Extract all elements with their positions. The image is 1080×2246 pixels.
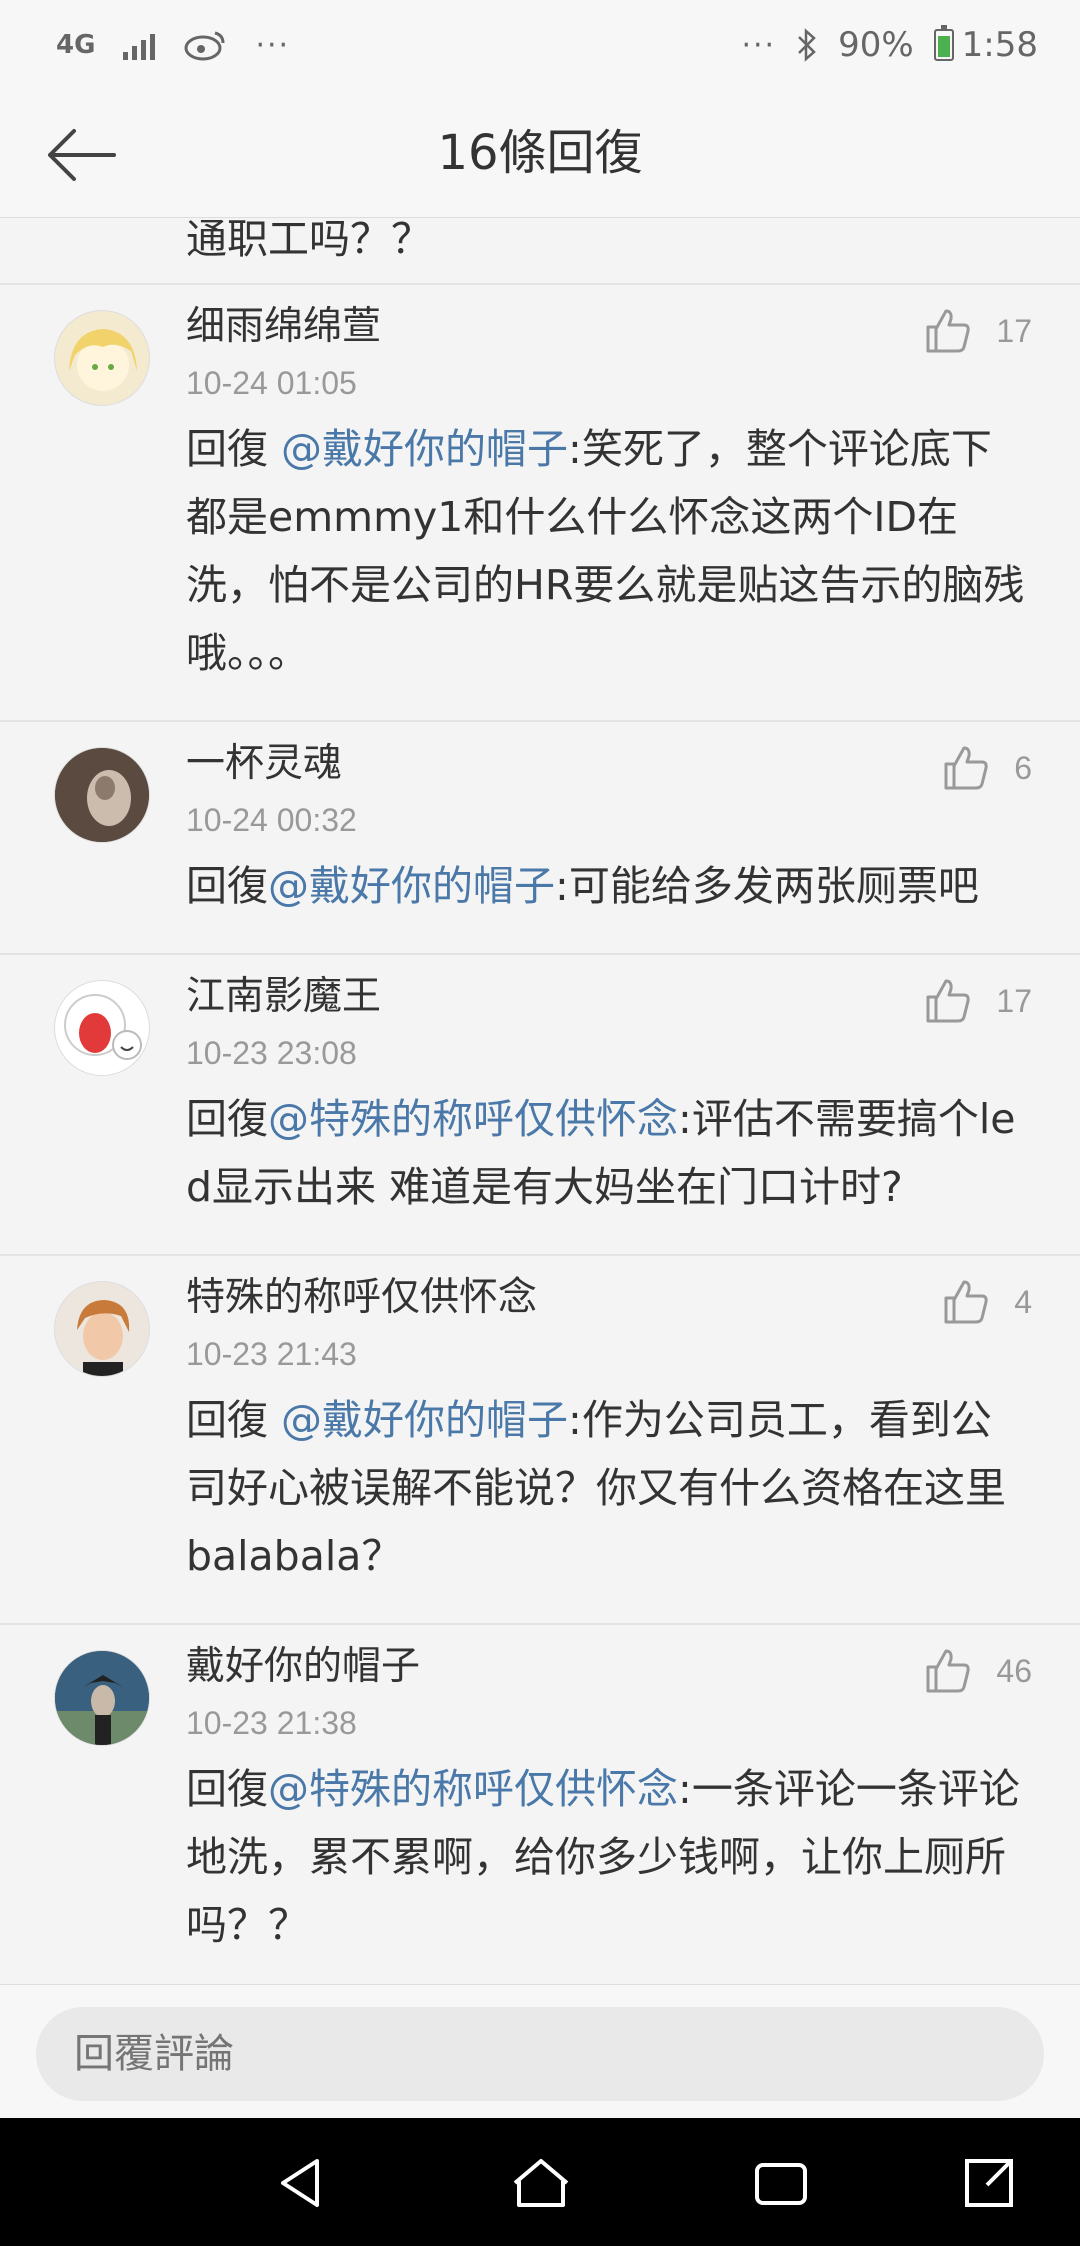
- reply-bar: [0, 1984, 1080, 2118]
- like-button[interactable]: 46: [924, 1647, 1032, 1695]
- mention-link[interactable]: @戴好你的帽子: [268, 862, 555, 910]
- reply-prefix: 回復: [186, 862, 268, 910]
- battery-percent: 90%: [838, 25, 914, 65]
- like-count: 4: [1014, 1283, 1032, 1320]
- avatar[interactable]: [54, 980, 150, 1076]
- signal-icon: [123, 30, 156, 60]
- reply-prefix: 回復: [186, 1396, 282, 1444]
- comment-item[interactable]: 戴好你的帽子 10-23 21:38 46 回復@特殊的称呼仅供怀念:一条评论一…: [0, 1625, 1080, 1984]
- network-type: 4G: [56, 30, 96, 60]
- comment-text: :可能给多发两张厕票吧: [555, 862, 979, 910]
- reply-prefix: 回復: [186, 425, 282, 473]
- comment-item[interactable]: 细雨绵绵萱 10-24 01:05 17 回復 @戴好你的帽子:笑死了，整个评论…: [0, 285, 1080, 722]
- thumbs-up-icon: [926, 1649, 971, 1693]
- like-button[interactable]: 6: [942, 744, 1032, 792]
- comment-list[interactable]: 通职工吗？？ 细雨绵绵萱 10-24 01:05 17 回復 @戴好你的帽子:笑…: [0, 219, 1080, 1984]
- reply-prefix: 回復: [186, 1765, 268, 1813]
- header: 16條回復: [0, 90, 1080, 218]
- thumbs-up-icon: [926, 979, 971, 1023]
- comment-body: 回復@戴好你的帽子:可能给多发两张厕票吧: [186, 852, 1030, 920]
- triangle-back-icon: [281, 2159, 319, 2207]
- thumbs-up-icon: [944, 1280, 988, 1324]
- comment-username[interactable]: 戴好你的帽子: [186, 1642, 420, 1692]
- reply-input[interactable]: [36, 2007, 1044, 2101]
- comment-body: 回復 @戴好你的帽子:作为公司员工，看到公司好心被误解不能说？你又有什么资格在这…: [186, 1386, 1030, 1590]
- like-button[interactable]: 17: [924, 977, 1032, 1025]
- comment-time: 10-23 21:38: [186, 1705, 357, 1741]
- partial-comment-text: 通职工吗？？: [0, 219, 1080, 285]
- mention-link[interactable]: @特殊的称呼仅供怀念: [268, 1765, 678, 1813]
- nav-expand-button[interactable]: [954, 2148, 1024, 2218]
- comment-body: 回復@特殊的称呼仅供怀念:一条评论一条评论地洗，累不累啊，给你多少钱啊，让你上厕…: [186, 1755, 1030, 1959]
- like-button[interactable]: 4: [942, 1278, 1032, 1326]
- comment-username[interactable]: 细雨绵绵萱: [186, 302, 381, 352]
- bluetooth-icon: [798, 28, 816, 62]
- thumbs-up-icon: [944, 746, 988, 790]
- comment-item[interactable]: 特殊的称呼仅供怀念 10-23 21:43 4 回復 @戴好你的帽子:作为公司员…: [0, 1256, 1080, 1625]
- comment-username[interactable]: 一杯灵魂: [186, 739, 342, 789]
- nav-recents-button[interactable]: [746, 2148, 816, 2218]
- partial-comment-body: 通职工吗？？: [186, 219, 432, 263]
- comment-time: 10-24 00:32: [186, 802, 357, 838]
- avatar[interactable]: [54, 310, 150, 406]
- clock: 1:58: [961, 25, 1038, 65]
- comment-item[interactable]: 江南影魔王 10-23 23:08 17 回復@特殊的称呼仅供怀念:评估不需要搞…: [0, 955, 1080, 1256]
- reply-prefix: 回復: [186, 1095, 268, 1143]
- more-status-icons: ···: [741, 27, 777, 63]
- comment-item[interactable]: 一杯灵魂 10-24 00:32 6 回復@戴好你的帽子:可能给多发两张厕票吧: [0, 722, 1080, 955]
- like-button[interactable]: 17: [924, 307, 1032, 355]
- avatar[interactable]: [54, 1281, 150, 1377]
- expand-icon: [965, 2159, 1013, 2207]
- page-title: 16條回復: [437, 125, 643, 181]
- thumbs-up-icon: [926, 309, 971, 353]
- like-count: 17: [996, 982, 1032, 1019]
- comment-time: 10-23 21:43: [186, 1336, 357, 1372]
- comment-body: 回復@特殊的称呼仅供怀念:评估不需要搞个led显示出来 难道是有大妈坐在门口计时…: [186, 1085, 1030, 1221]
- comment-time: 10-24 01:05: [186, 365, 357, 401]
- navigation-bar: [0, 2118, 1080, 2246]
- battery-icon: [933, 25, 954, 61]
- nav-home-button[interactable]: [506, 2148, 576, 2218]
- weibo-icon: [184, 31, 225, 61]
- status-bar: 4G ··· ··· 90% 1:58: [0, 0, 1080, 90]
- comment-username[interactable]: 特殊的称呼仅供怀念: [186, 1273, 537, 1323]
- recents-icon: [755, 2163, 807, 2205]
- comment-username[interactable]: 江南影魔王: [186, 972, 381, 1022]
- mention-link[interactable]: @戴好你的帽子: [281, 1396, 568, 1444]
- like-count: 6: [1014, 749, 1032, 786]
- avatar[interactable]: [54, 1650, 150, 1746]
- more-notifications: ···: [255, 27, 291, 63]
- comment-time: 10-23 23:08: [186, 1035, 357, 1071]
- home-icon: [513, 2159, 569, 2207]
- mention-link[interactable]: @特殊的称呼仅供怀念: [268, 1095, 678, 1143]
- like-count: 17: [996, 312, 1032, 349]
- nav-back-button[interactable]: [266, 2148, 336, 2218]
- mention-link[interactable]: @戴好你的帽子: [281, 425, 568, 473]
- like-count: 46: [996, 1652, 1032, 1689]
- comment-body: 回復 @戴好你的帽子:笑死了，整个评论底下都是emmmy1和什么什么怀念这两个I…: [186, 415, 1030, 687]
- avatar[interactable]: [54, 747, 150, 843]
